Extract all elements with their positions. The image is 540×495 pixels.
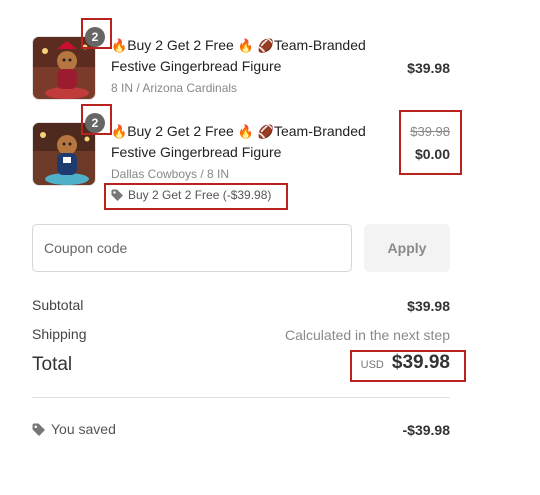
title-suffix: Team-Branded: [273, 123, 366, 139]
product-title[interactable]: 🔥Buy 2 Get 2 Free 🔥 🏈Team-Branded: [111, 121, 391, 142]
product-variant: Dallas Cowboys / 8 IN: [111, 167, 230, 181]
highlight-box: [399, 110, 462, 175]
shipping-label: Shipping: [32, 326, 87, 342]
highlight-box: [81, 104, 112, 135]
total-label: Total: [32, 354, 73, 375]
highlight-box: [350, 350, 466, 382]
fire-emoji: 🔥: [237, 124, 254, 139]
title-suffix: Team-Branded: [273, 37, 366, 53]
product-title[interactable]: 🔥Buy 2 Get 2 Free 🔥 🏈Team-Branded: [111, 35, 391, 56]
subtotal-label: Subtotal: [32, 297, 84, 313]
shipping-value: Calculated in the next step: [285, 327, 450, 343]
football-emoji: 🏈: [257, 38, 274, 53]
fire-emoji: 🔥: [237, 38, 254, 53]
subtotal-value: $39.98: [407, 298, 450, 314]
coupon-field[interactable]: [32, 224, 352, 272]
saved-value: -$39.98: [402, 422, 450, 438]
coupon-input[interactable]: [33, 225, 351, 271]
football-emoji: 🏈: [257, 124, 274, 139]
highlight-box: [81, 18, 112, 49]
fire-emoji: 🔥: [111, 124, 128, 139]
highlight-box: [104, 183, 288, 210]
tag-icon: [32, 423, 45, 436]
you-saved: You saved: [32, 421, 116, 437]
product-title-line2: Festive Gingerbread Figure: [111, 58, 282, 74]
product-title-line2: Festive Gingerbread Figure: [111, 144, 282, 160]
title-line1: Buy 2 Get 2 Free: [127, 123, 234, 139]
product-variant: 8 IN / Arizona Cardinals: [111, 81, 238, 95]
saved-label: You saved: [51, 421, 116, 437]
item-price: $39.98: [407, 60, 450, 76]
apply-button[interactable]: Apply: [364, 224, 450, 272]
divider: [32, 397, 450, 398]
fire-emoji: 🔥: [111, 38, 128, 53]
title-line1: Buy 2 Get 2 Free: [127, 37, 234, 53]
